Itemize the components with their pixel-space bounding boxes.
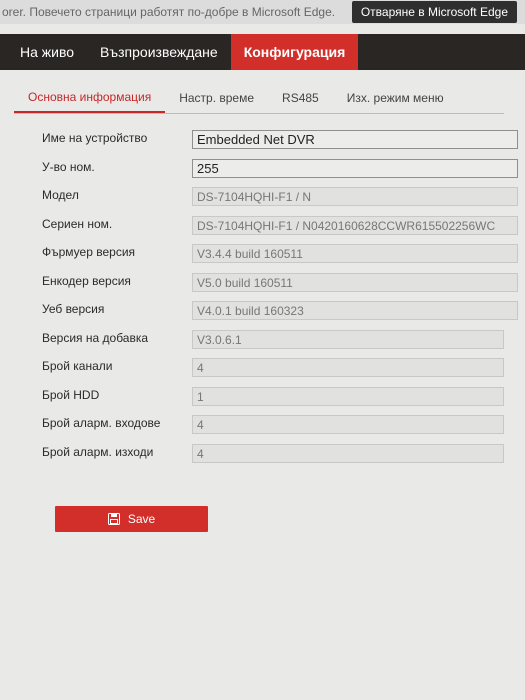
channels-field: 4 (192, 358, 504, 377)
save-button-label: Save (127, 512, 156, 526)
sub-tabs: Основна информация Настр. време RS485 Из… (14, 86, 504, 114)
form-row-alarm-in: Брой аларм. входове 4 (0, 411, 525, 440)
browser-message: orer. Повечето страници работят по-добре… (2, 5, 336, 19)
device-no-input[interactable]: 255 (192, 158, 518, 178)
page: orer. Повечето страници работят по-добре… (0, 0, 525, 700)
channels-label: Брой канали (42, 359, 113, 373)
basic-info-form: Име на устройство Embedded Net DVR У-во … (0, 126, 525, 468)
serial-field: DS-7104HQHI-F1 / N0420160628CCWR61550225… (192, 215, 518, 235)
form-row-device-no: У-во ном. 255 (0, 155, 525, 184)
form-row-hdd: Брой HDD 1 (0, 383, 525, 412)
form-row-encoder: Енкодер версия V5.0 build 160511 (0, 269, 525, 298)
web-version-field: V4.0.1 build 160323 (192, 301, 518, 320)
form-row-model: Модел DS-7104HQHI-F1 / N (0, 183, 525, 212)
alarm-in-field: 4 (192, 415, 504, 434)
form-row-alarm-out: Брой аларм. изходи 4 (0, 440, 525, 469)
save-button[interactable]: Save (55, 506, 208, 532)
tab-time-settings[interactable]: Настр. време (165, 91, 268, 113)
hdd-field: 1 (192, 386, 504, 406)
form-row-serial: Сериен ном. DS-7104HQHI-F1 / N0420160628… (0, 212, 525, 241)
browser-notification-bar: orer. Повечето страници работят по-добре… (0, 0, 525, 24)
plugin-version-field: V3.0.6.1 (192, 329, 504, 349)
firmware-label: Фърмуер версия (42, 245, 136, 259)
alarm-out-label: Брой аларм. изходи (42, 444, 154, 459)
model-label: Модел (42, 188, 79, 202)
form-row-firmware: Фърмуер версия V3.4.4 build 160511 (0, 240, 525, 269)
encoder-label: Енкодер версия (42, 273, 131, 288)
tab-rs485[interactable]: RS485 (268, 91, 333, 113)
alarm-in-label: Брой аларм. входове (42, 416, 161, 430)
alarm-out-field: 4 (192, 443, 504, 463)
form-row-web: Уеб версия V4.0.1 build 160323 (0, 297, 525, 326)
firmware-field: V3.4.4 build 160511 (192, 244, 518, 263)
form-row-device-name: Име на устройство Embedded Net DVR (0, 126, 525, 155)
form-row-plugin: Версия на добавка V3.0.6.1 (0, 326, 525, 355)
tab-basic-info[interactable]: Основна информация (14, 90, 166, 113)
hdd-label: Брой HDD (42, 387, 100, 402)
device-name-input[interactable]: Embedded Net DVR (192, 130, 518, 149)
encoder-field: V5.0 build 160511 (192, 272, 518, 292)
form-row-channels: Брой канали 4 (0, 354, 525, 383)
floppy-disk-icon (107, 513, 120, 525)
tab-menu-output[interactable]: Изх. режим меню (333, 91, 458, 113)
plugin-version-label: Версия на добавка (42, 330, 149, 345)
device-no-label: У-во ном. (42, 159, 95, 174)
nav-configuration[interactable]: Конфигурация (230, 34, 359, 70)
open-in-edge-button[interactable]: Отваряне в Microsoft Edge (351, 1, 517, 23)
web-version-label: Уеб версия (42, 302, 105, 316)
device-name-label: Име на устройство (42, 131, 148, 145)
nav-live[interactable]: На живо (0, 34, 87, 70)
main-nav: На живо Възпроизвеждане Конфигурация (0, 34, 525, 70)
serial-label: Сериен ном. (42, 216, 113, 231)
nav-playback[interactable]: Възпроизвеждане (87, 34, 231, 70)
model-field: DS-7104HQHI-F1 / N (192, 187, 518, 206)
